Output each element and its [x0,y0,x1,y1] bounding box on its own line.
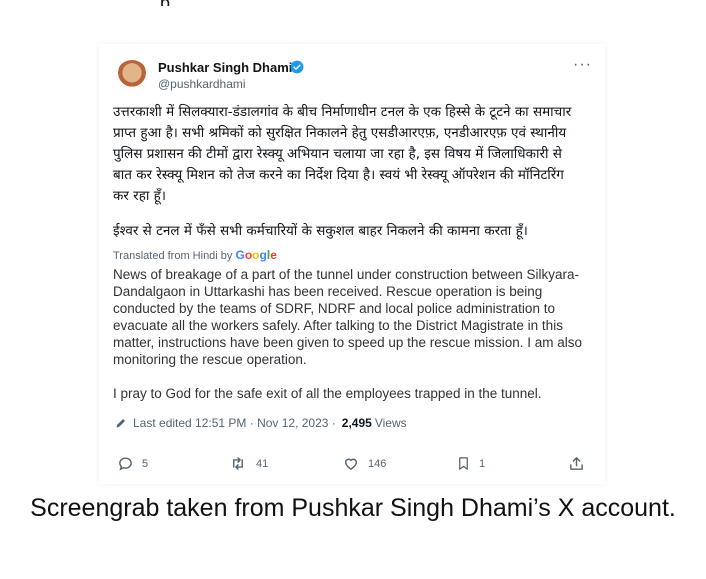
bookmark-button[interactable]: 1 [456,455,485,472]
reply-button[interactable]: 5 [117,455,148,472]
more-icon[interactable]: ··· [573,56,592,74]
verified-badge-icon [290,60,304,74]
like-button[interactable]: 146 [342,455,386,472]
reply-icon [119,457,132,471]
english-paragraph: News of breakage of a part of the tunnel… [113,267,583,367]
views-label: Views [374,416,407,430]
repost-count: 41 [256,457,269,470]
edited-timestamp[interactable]: Last edited 12:51 PM · Nov 12, 2023 · [133,416,336,430]
translation-attribution: Translated from Hindi by Google [113,248,277,262]
action-bar: 5 41 146 1 [113,455,593,477]
cropped-text: p [160,0,190,6]
bookmark-count: 1 [479,457,486,470]
views-count: 2,495 [341,416,372,430]
tweet-text-english: News of breakage of a part of the tunnel… [113,266,593,402]
author-handle[interactable]: @pushkardhami [158,77,246,91]
pencil-icon [116,419,125,428]
translated-label: Translated from Hindi by [113,250,233,262]
tweet-meta: Last edited 12:51 PM · Nov 12, 2023 · 2,… [115,416,407,430]
english-paragraph: I pray to God for the safe exit of all t… [113,386,542,401]
avatar[interactable] [116,60,148,92]
author-name[interactable]: Pushkar Singh Dhami [158,60,292,75]
hindi-paragraph: उत्तरकाशी में सिलक्यारा-डंडालगांव के बीच… [113,104,572,204]
share-icon [570,457,583,470]
repost-button[interactable]: 41 [228,455,268,472]
bookmark-icon [459,457,468,470]
google-logo: Google [235,248,277,262]
like-count: 146 [368,457,387,470]
reply-count: 5 [142,457,149,470]
share-button[interactable] [568,455,585,472]
caption: Screengrab taken from Pushkar Singh Dham… [30,494,676,522]
hindi-paragraph: ईश्वर से टनल में फँसे सभी कर्मचारियों के… [113,223,528,239]
tweet-text-hindi: उत्तरकाशी में सिलक्यारा-डंडालगांव के बीच… [113,102,583,242]
repost-icon [233,457,243,470]
like-icon [344,458,358,470]
